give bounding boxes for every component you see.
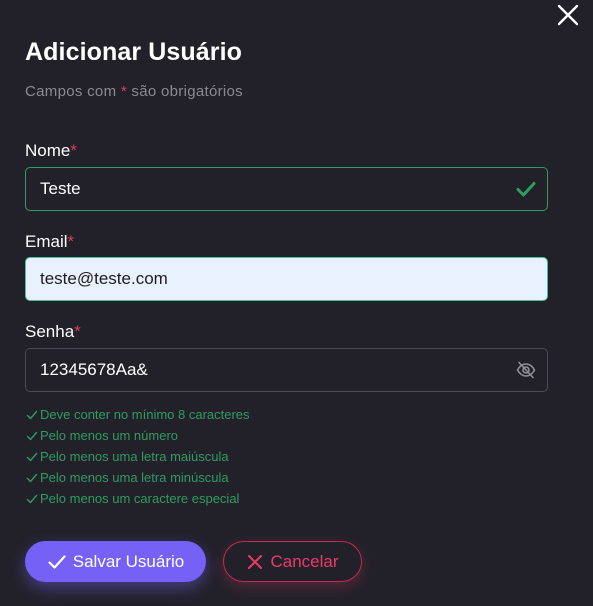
check-icon [26, 494, 38, 503]
eye-off-icon [516, 361, 536, 379]
nome-valid-indicator [515, 178, 537, 200]
close-icon [557, 4, 579, 26]
check-icon [48, 554, 66, 569]
password-rule-item: Pelo menos uma letra minúscula [26, 467, 250, 488]
password-rule-text: Pelo menos uma letra minúscula [40, 470, 229, 485]
password-rules-list: Deve conter no mínimo 8 caracteres Pelo m… [26, 404, 250, 509]
email-required-mark: * [67, 232, 75, 251]
password-rule-text: Pelo menos um caractere especial [40, 491, 240, 506]
required-fields-note: Campos com * são obrigatórios [25, 83, 243, 100]
email-label: Email* [25, 232, 74, 252]
password-rule-item: Deve conter no mínimo 8 caracteres [26, 404, 250, 425]
x-icon [248, 554, 263, 569]
close-button[interactable] [555, 2, 581, 28]
senha-label-text: Senha [25, 322, 75, 341]
nome-label: Nome* [25, 141, 77, 161]
subtitle-text-before: Campos com [25, 83, 121, 100]
check-icon [516, 182, 536, 197]
cancel-button-label: Cancelar [270, 551, 339, 571]
dialog-title: Adicionar Usuário [25, 38, 243, 66]
senha-label: Senha* [25, 322, 81, 342]
password-rule-text: Pelo menos uma letra maiúscula [40, 449, 229, 464]
toggle-password-visibility[interactable] [515, 359, 537, 381]
password-rule-text: Pelo menos um número [40, 428, 179, 443]
senha-input[interactable] [40, 360, 480, 380]
password-rule-text: Deve conter no mínimo 8 caracteres [40, 407, 250, 422]
password-rule-item: Pelo menos uma letra maiúscula [26, 446, 250, 467]
nome-field [25, 167, 548, 211]
save-button-label: Salvar Usuário [72, 551, 185, 571]
nome-label-text: Nome [25, 141, 71, 160]
cancel-button[interactable]: Cancelar [223, 541, 362, 582]
nome-required-mark: * [70, 141, 77, 160]
senha-field [25, 348, 548, 392]
senha-required-mark: * [74, 322, 81, 341]
password-rule-item: Pelo menos um número [26, 425, 250, 446]
check-icon [26, 452, 38, 461]
subtitle-text-after: são obrigatórios [126, 83, 243, 100]
email-field [25, 257, 548, 301]
save-user-button[interactable]: Salvar Usuário [25, 541, 206, 582]
check-icon [26, 410, 38, 419]
email-label-text: Email [25, 232, 68, 251]
check-icon [26, 431, 38, 440]
password-rule-item: Pelo menos um caractere especial [26, 488, 250, 509]
check-icon [26, 473, 38, 482]
email-input[interactable] [40, 269, 480, 289]
nome-input[interactable] [40, 179, 480, 199]
add-user-dialog: Adicionar Usuário Campos com * são obrig… [0, 0, 593, 606]
